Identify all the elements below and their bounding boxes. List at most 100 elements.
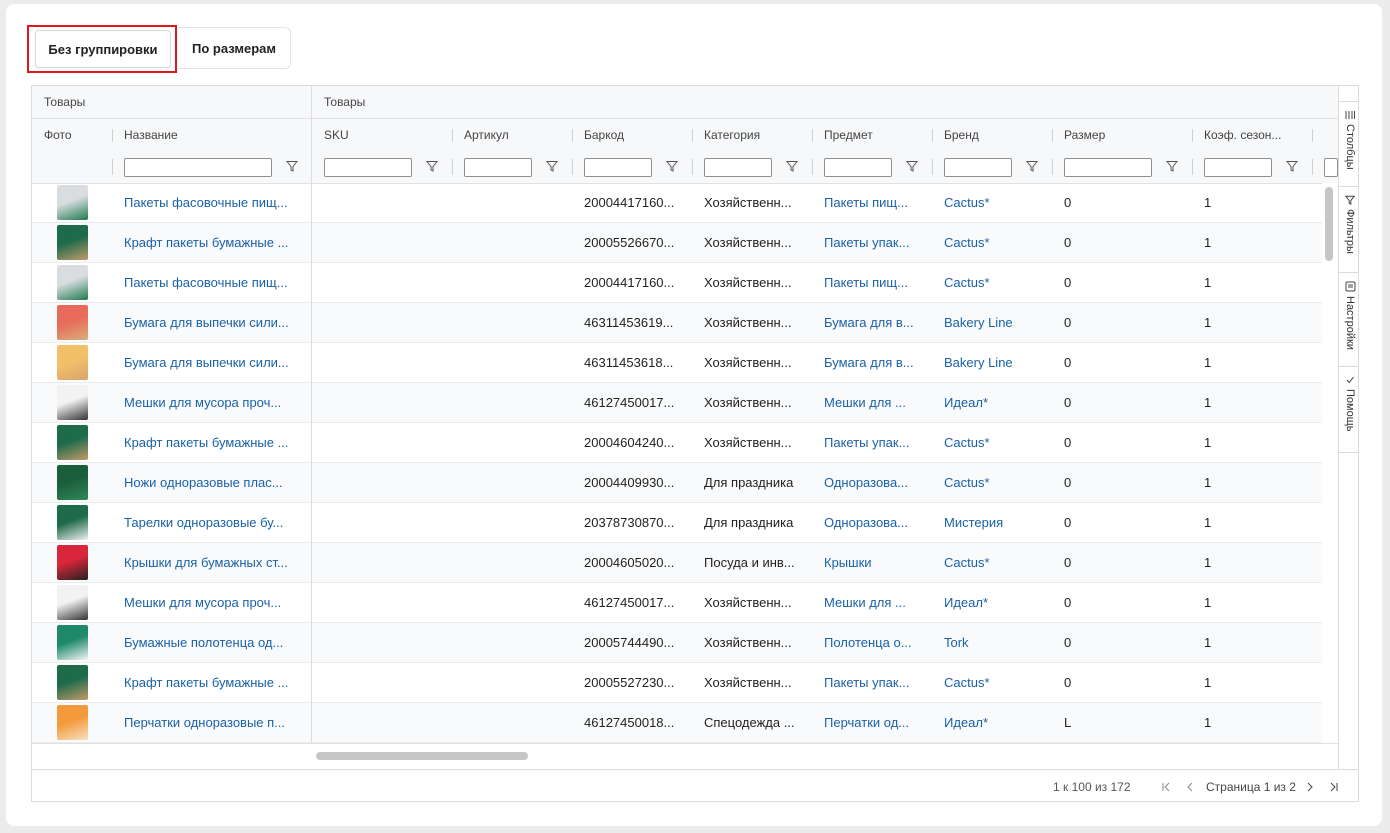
- table-row[interactable]: Тарелки одноразовые бу... 20378730870... Д…: [32, 503, 1322, 543]
- table-row[interactable]: Бумажные полотенца од... 20005744490... Хо…: [32, 623, 1322, 663]
- product-thumbnail[interactable]: [57, 185, 88, 220]
- product-thumbnail[interactable]: [57, 625, 88, 660]
- cell-subject[interactable]: Мешки для ...: [812, 583, 932, 622]
- column-header-size[interactable]: Размер: [1052, 119, 1192, 151]
- product-thumbnail[interactable]: [57, 265, 88, 300]
- product-thumbnail[interactable]: [57, 585, 88, 620]
- tab-by-sizes[interactable]: По размерам: [178, 27, 291, 69]
- filter-input-subject[interactable]: [824, 158, 892, 177]
- cell-name[interactable]: Крышки для бумажных ст...: [112, 543, 312, 582]
- cell-brand[interactable]: Bakery Line: [932, 343, 1052, 382]
- filter-input-category[interactable]: [704, 158, 772, 177]
- cell-brand[interactable]: Cactus*: [932, 423, 1052, 462]
- cell-brand[interactable]: Cactus*: [932, 183, 1052, 222]
- cell-name[interactable]: Крафт пакеты бумажные ...: [112, 223, 312, 262]
- filter-icon[interactable]: [1166, 160, 1178, 172]
- filter-icon[interactable]: [426, 160, 438, 172]
- cell-name[interactable]: Мешки для мусора проч...: [112, 583, 312, 622]
- column-header-photo[interactable]: Фото: [32, 119, 112, 151]
- table-row[interactable]: Крафт пакеты бумажные ... 20005526670... Х…: [32, 223, 1322, 263]
- cell-subject[interactable]: Пакеты упак...: [812, 223, 932, 262]
- cell-brand[interactable]: Cactus*: [932, 263, 1052, 302]
- product-thumbnail[interactable]: [57, 705, 88, 740]
- cell-brand[interactable]: Cactus*: [932, 543, 1052, 582]
- filter-input-sku[interactable]: [324, 158, 412, 177]
- cell-brand[interactable]: Cactus*: [932, 463, 1052, 502]
- cell-subject[interactable]: Полотенца о...: [812, 623, 932, 662]
- cell-name[interactable]: Бумага для выпечки сили...: [112, 303, 312, 342]
- cell-name[interactable]: Ножи одноразовые плас...: [112, 463, 312, 502]
- next-page-icon[interactable]: [1304, 781, 1316, 793]
- cell-brand[interactable]: Cactus*: [932, 223, 1052, 262]
- column-header-season-coef[interactable]: Коэф. сезон...: [1192, 119, 1312, 151]
- product-thumbnail[interactable]: [57, 385, 88, 420]
- filter-input-name[interactable]: [124, 158, 272, 177]
- column-header-subject[interactable]: Предмет: [812, 119, 932, 151]
- filter-input-season-coef[interactable]: [1204, 158, 1272, 177]
- table-row[interactable]: Крышки для бумажных ст... 20004605020... П…: [32, 543, 1322, 583]
- column-separator[interactable]: [1312, 129, 1313, 142]
- cell-subject[interactable]: Мешки для ...: [812, 383, 932, 422]
- filter-input-size[interactable]: [1064, 158, 1152, 177]
- tab-no-grouping[interactable]: Без группировки: [35, 30, 171, 68]
- column-header-sku[interactable]: SKU: [312, 119, 452, 151]
- vertical-scrollbar-thumb[interactable]: [1325, 187, 1333, 261]
- cell-name[interactable]: Крафт пакеты бумажные ...: [112, 663, 312, 702]
- table-row[interactable]: Ножи одноразовые плас... 20004409930... Дл…: [32, 463, 1322, 503]
- cell-subject[interactable]: Пакеты пищ...: [812, 263, 932, 302]
- column-header-brand[interactable]: Бренд: [932, 119, 1052, 151]
- cell-subject[interactable]: Пакеты упак...: [812, 663, 932, 702]
- last-page-icon[interactable]: [1328, 781, 1340, 793]
- cell-name[interactable]: Мешки для мусора проч...: [112, 383, 312, 422]
- cell-name[interactable]: Крафт пакеты бумажные ...: [112, 423, 312, 462]
- product-thumbnail[interactable]: [57, 225, 88, 260]
- cell-name[interactable]: Бумажные полотенца од...: [112, 623, 312, 662]
- column-header-article[interactable]: Артикул: [452, 119, 572, 151]
- table-row[interactable]: Крафт пакеты бумажные ... 20005527230... Х…: [32, 663, 1322, 703]
- cell-subject[interactable]: Бумага для в...: [812, 343, 932, 382]
- filter-icon[interactable]: [666, 160, 678, 172]
- cell-name[interactable]: Тарелки одноразовые бу...: [112, 503, 312, 542]
- cell-subject[interactable]: Пакеты пищ...: [812, 183, 932, 222]
- vertical-scrollbar[interactable]: [1322, 183, 1338, 743]
- horizontal-scrollbar[interactable]: [32, 743, 1338, 770]
- cell-name[interactable]: Перчатки одноразовые п...: [112, 703, 312, 742]
- product-thumbnail[interactable]: [57, 465, 88, 500]
- column-header-barcode[interactable]: Баркод: [572, 119, 692, 151]
- table-row[interactable]: Пакеты фасовочные пищ... 20004417160... Хо…: [32, 183, 1322, 223]
- product-thumbnail[interactable]: [57, 545, 88, 580]
- filter-input-barcode[interactable]: [584, 158, 652, 177]
- table-row[interactable]: Перчатки одноразовые п... 46127450018... С…: [32, 703, 1322, 743]
- cell-brand[interactable]: Идеал*: [932, 383, 1052, 422]
- table-row[interactable]: Бумага для выпечки сили... 46311453618...…: [32, 343, 1322, 383]
- filter-icon[interactable]: [786, 160, 798, 172]
- cell-brand[interactable]: Мистерия: [932, 503, 1052, 542]
- filter-input-article[interactable]: [464, 158, 532, 177]
- filter-icon[interactable]: [906, 160, 918, 172]
- cell-brand[interactable]: Идеал*: [932, 583, 1052, 622]
- cell-name[interactable]: Пакеты фасовочные пищ...: [112, 263, 312, 302]
- product-thumbnail[interactable]: [57, 665, 88, 700]
- filter-icon[interactable]: [1026, 160, 1038, 172]
- side-button-filters[interactable]: Фильтры: [1339, 187, 1358, 273]
- cell-brand[interactable]: Идеал*: [932, 703, 1052, 742]
- column-header-category[interactable]: Категория: [692, 119, 812, 151]
- product-thumbnail[interactable]: [57, 425, 88, 460]
- cell-brand[interactable]: Cactus*: [932, 663, 1052, 702]
- side-button-settings[interactable]: Настройки: [1339, 273, 1358, 367]
- product-thumbnail[interactable]: [57, 305, 88, 340]
- table-row[interactable]: Бумага для выпечки сили... 46311453619...…: [32, 303, 1322, 343]
- column-header-name[interactable]: Название: [112, 119, 312, 151]
- previous-page-icon[interactable]: [1184, 781, 1196, 793]
- cell-subject[interactable]: Одноразова...: [812, 503, 932, 542]
- filter-input-next[interactable]: [1324, 158, 1338, 177]
- table-row[interactable]: Крафт пакеты бумажные ... 20004604240... Х…: [32, 423, 1322, 463]
- filter-icon[interactable]: [546, 160, 558, 172]
- first-page-icon[interactable]: [1160, 781, 1172, 793]
- cell-name[interactable]: Пакеты фасовочные пищ...: [112, 183, 312, 222]
- filter-icon[interactable]: [286, 160, 298, 172]
- product-thumbnail[interactable]: [57, 505, 88, 540]
- product-thumbnail[interactable]: [57, 345, 88, 380]
- table-row[interactable]: Мешки для мусора проч... 46127450017... Хо…: [32, 383, 1322, 423]
- cell-brand[interactable]: Bakery Line: [932, 303, 1052, 342]
